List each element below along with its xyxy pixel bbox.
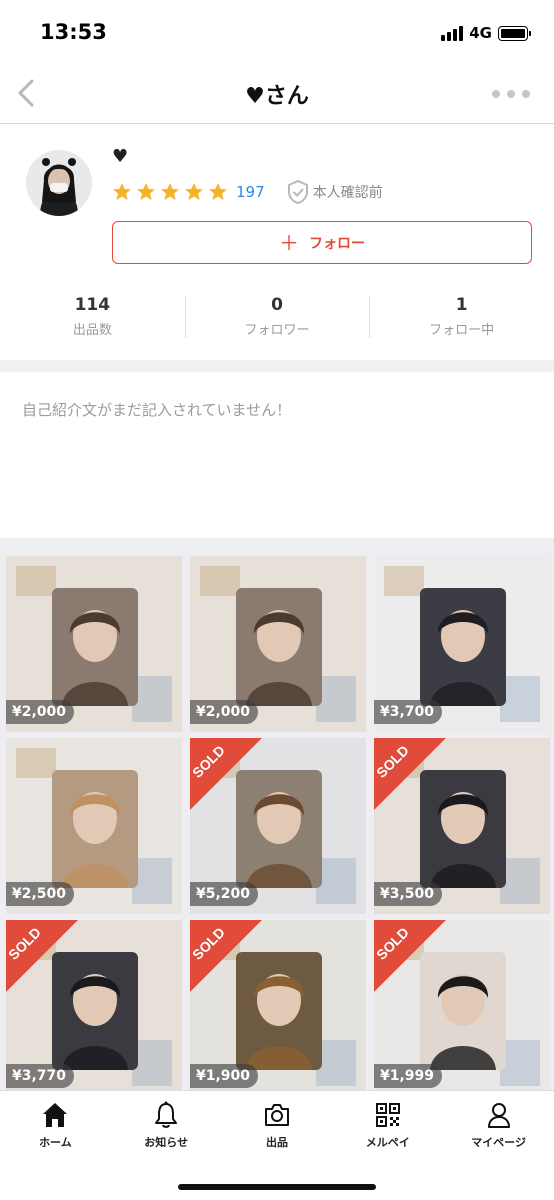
product-price: ¥1,999	[374, 1064, 443, 1088]
network-type: 4G	[469, 24, 492, 42]
product-item[interactable]: SOLD ¥3,500	[374, 738, 550, 914]
shield-check-icon	[287, 180, 308, 204]
product-price: ¥3,700	[374, 700, 443, 724]
product-item[interactable]: ¥2,000	[6, 556, 182, 732]
tab-label: 出品	[265, 1136, 288, 1149]
product-item[interactable]: SOLD ¥3,770	[6, 920, 182, 1090]
home-indicator	[178, 1184, 376, 1190]
product-item[interactable]: ¥2,000	[190, 556, 366, 732]
verification-label: 本人確認前	[312, 185, 383, 201]
profile-name: ♥	[112, 146, 129, 167]
product-price: ¥2,000	[6, 700, 75, 724]
follow-button[interactable]: ＋ フォロー	[112, 221, 532, 264]
bio-section: 自己紹介文がまだ記入されていません！	[0, 372, 554, 538]
plus-icon: ＋	[279, 230, 299, 255]
stat-listings[interactable]: 114 出品数	[0, 292, 185, 342]
product-price: ¥3,500	[374, 882, 443, 906]
qr-code-icon	[375, 1103, 400, 1127]
page-title: ♥さん	[245, 84, 309, 109]
status-indicators: 4G	[441, 24, 531, 42]
bell-icon	[155, 1101, 178, 1128]
status-bar: 13:53 4G	[0, 0, 554, 66]
sold-badge: SOLD	[374, 920, 446, 992]
star-icon	[113, 183, 131, 200]
signal-icon	[441, 25, 464, 41]
tab-mypage[interactable]: マイページ	[443, 1091, 554, 1157]
stat-value: 114	[74, 295, 111, 315]
person-icon	[487, 1103, 510, 1128]
more-dots-icon[interactable]	[492, 90, 530, 98]
profile-section: ♥ 197 本人確認前 ＋ フォロー 114 出品数 0 フォロワー 1 フォロ…	[0, 124, 554, 360]
tab-merpay[interactable]: メルペイ	[332, 1091, 443, 1157]
home-icon	[43, 1103, 68, 1127]
tab-label: お知らせ	[144, 1136, 189, 1149]
stat-value: 1	[455, 295, 468, 315]
star-icon	[161, 183, 179, 200]
stat-following[interactable]: 1 フォロー中	[369, 292, 554, 342]
stat-followers[interactable]: 0 フォロワー	[184, 292, 370, 342]
tab-bar: ホーム お知らせ 出品 メルペイ マイページ	[0, 1090, 554, 1200]
profile-stats: 114 出品数 0 フォロワー 1 フォロー中	[0, 292, 554, 342]
avatar[interactable]	[26, 150, 92, 216]
nav-bar: ♥さん	[0, 66, 554, 124]
star-icon	[209, 183, 227, 200]
tab-notifications[interactable]: お知らせ	[111, 1091, 222, 1157]
status-time: 13:53	[40, 20, 107, 44]
sold-badge: SOLD	[190, 920, 262, 992]
sold-badge: SOLD	[6, 920, 78, 992]
verification-status: 本人確認前	[287, 180, 383, 204]
follow-label: フォロー	[309, 235, 365, 252]
item-grid: ¥2,000 ¥2,000 ¥3,700 ¥2,500 SOLD ¥5,200 SOLD ¥3…	[0, 538, 554, 1090]
stat-label: フォロワー	[244, 323, 310, 338]
camera-icon	[264, 1104, 289, 1126]
product-item[interactable]: SOLD ¥1,900	[190, 920, 366, 1090]
product-price: ¥3,770	[6, 1064, 75, 1088]
product-item[interactable]: SOLD ¥1,999	[374, 920, 550, 1090]
section-divider	[0, 360, 554, 372]
battery-icon	[498, 25, 531, 41]
star-icon	[137, 183, 155, 200]
bio-text: 自己紹介文がまだ記入されていません！	[22, 401, 292, 419]
stat-label: フォロー中	[429, 323, 495, 338]
star-icon	[185, 183, 203, 200]
product-price: ¥5,200	[190, 882, 259, 906]
product-item[interactable]: SOLD ¥5,200	[190, 738, 366, 914]
tab-sell[interactable]: 出品	[222, 1091, 333, 1157]
tab-label: メルペイ	[365, 1136, 410, 1149]
stat-value: 0	[271, 295, 283, 315]
tab-label: ホーム	[39, 1136, 72, 1149]
product-price: ¥1,900	[190, 1064, 259, 1088]
product-price: ¥2,000	[190, 700, 259, 724]
sold-badge: SOLD	[374, 738, 446, 810]
rating-stars	[112, 182, 232, 202]
stat-label: 出品数	[72, 323, 112, 338]
product-item[interactable]: ¥3,700	[374, 556, 550, 732]
tab-label: マイページ	[471, 1136, 526, 1149]
rating-row: 197 本人確認前	[112, 180, 383, 204]
rating-count[interactable]: 197	[236, 183, 265, 201]
tab-home[interactable]: ホーム	[0, 1091, 111, 1157]
product-price: ¥2,500	[6, 882, 75, 906]
product-item[interactable]: ¥2,500	[6, 738, 182, 914]
sold-badge: SOLD	[190, 738, 262, 810]
